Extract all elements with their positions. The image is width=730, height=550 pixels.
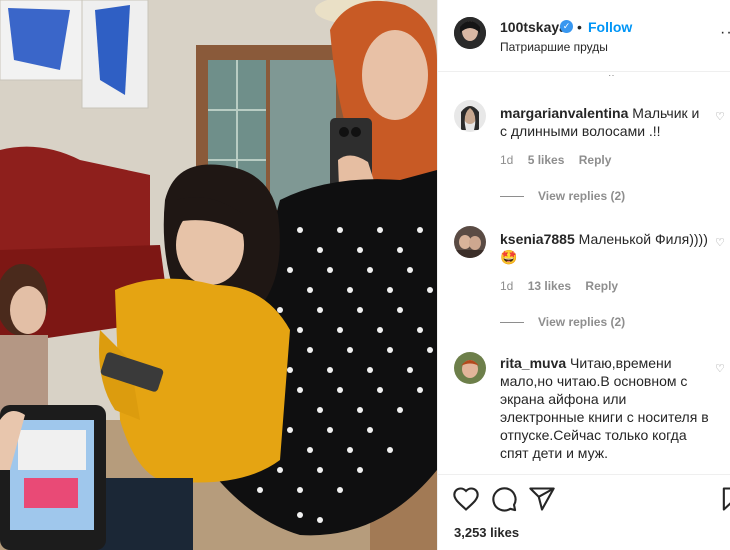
comment-age[interactable]: 1d	[500, 279, 513, 293]
comment-meta: 1d 5 likes Reply	[500, 153, 622, 167]
author-avatar[interactable]	[454, 17, 486, 49]
reply-button[interactable]: Reply	[585, 279, 618, 293]
comment-username[interactable]: ksenia7885	[500, 231, 575, 247]
more-options-icon[interactable]: ···	[720, 24, 730, 42]
comment-likes[interactable]: 13 likes	[528, 279, 571, 293]
view-replies-label: View replies (2)	[538, 189, 626, 203]
comment-username[interactable]: rita_muva	[500, 355, 566, 371]
reply-button[interactable]: Reply	[579, 153, 612, 167]
comment-meta: 1d 13 likes Reply	[500, 279, 629, 293]
comment-username[interactable]: margarianvalentina	[500, 105, 628, 121]
comment-body: Маленькой Филя))))	[578, 231, 708, 247]
comment-age[interactable]: 1d	[500, 153, 513, 167]
star-struck-emoji: 🤩	[500, 249, 518, 265]
view-replies-button[interactable]: View replies (2)	[500, 189, 625, 203]
post-photo[interactable]	[0, 0, 437, 550]
share-icon[interactable]	[528, 485, 556, 513]
author-username[interactable]: 100tskaya	[500, 19, 567, 35]
view-replies-button[interactable]: View replies (2)	[500, 315, 625, 329]
commenter-avatar[interactable]	[454, 100, 486, 132]
divider-line	[500, 322, 524, 324]
heart-icon[interactable]: ♡	[715, 236, 727, 249]
post-header: 100tskaya ✓ • Follow Патриаршие пруды ··…	[438, 0, 730, 72]
comment-likes[interactable]: 5 likes	[528, 153, 565, 167]
action-bar: 3,253 likes	[438, 474, 730, 550]
scroll-indicator-icon: ‥	[608, 68, 615, 79]
comment-text: margarianvalentina Мальчик и с длинными …	[500, 104, 710, 140]
post-sidebar: 100tskaya ✓ • Follow Патриаршие пруды ··…	[437, 0, 730, 550]
commenter-avatar[interactable]	[454, 352, 486, 384]
comment-icon[interactable]	[490, 485, 518, 513]
comment-text: rita_muva Читаю,времени мало,но читаю.В …	[500, 354, 710, 462]
comment-text: ksenia7885 Маленькой Филя)))) 🤩	[500, 230, 710, 266]
divider-line	[500, 196, 524, 198]
heart-icon[interactable]: ♡	[715, 110, 727, 123]
post-location[interactable]: Патриаршие пруды	[500, 40, 608, 54]
commenter-avatar[interactable]	[454, 226, 486, 258]
view-replies-label: View replies (2)	[538, 315, 626, 329]
bookmark-icon[interactable]	[718, 485, 730, 513]
heart-icon[interactable]: ♡	[715, 362, 727, 375]
post-likes-count[interactable]: 3,253 likes	[454, 525, 519, 540]
separator-dot: •	[577, 19, 582, 35]
verified-badge-icon: ✓	[560, 20, 573, 33]
post-image	[0, 0, 437, 550]
follow-button[interactable]: Follow	[588, 19, 632, 35]
heart-icon[interactable]	[452, 485, 480, 513]
